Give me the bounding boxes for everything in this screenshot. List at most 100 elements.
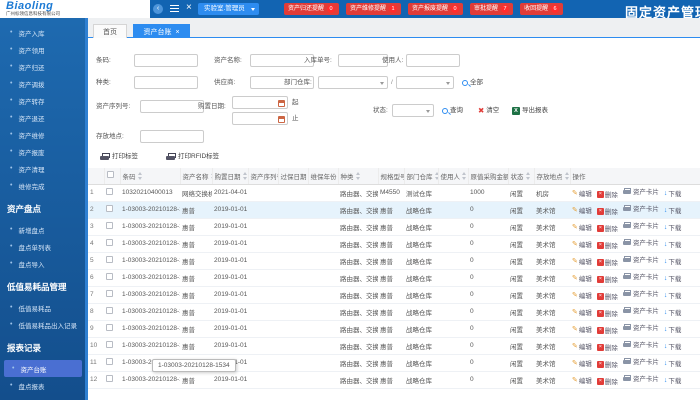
edit-button[interactable]: ✎ 编辑 (572, 375, 592, 385)
edit-button[interactable]: ✎ 编辑 (572, 307, 592, 317)
reminder-pill[interactable]: 收回提醒 6 (520, 3, 564, 15)
download-button[interactable]: ↓ 下载 (664, 239, 682, 250)
column-header-规格型号[interactable]: 规格型号 (378, 168, 405, 185)
row-checkbox[interactable] (106, 256, 113, 263)
delete-button[interactable]: × 删除 (596, 291, 618, 301)
delete-button[interactable]: × 删除 (596, 359, 618, 369)
download-button[interactable]: ↓ 下载 (664, 222, 682, 233)
row-checkbox[interactable] (106, 239, 113, 246)
user-input[interactable] (406, 54, 460, 67)
sidebar-item-资产转存[interactable]: • 资产转存 (0, 92, 83, 109)
reminder-pill[interactable]: 资产维修提醒 1 (346, 3, 402, 15)
delete-button[interactable]: × 删除 (596, 223, 618, 233)
menu-icon[interactable] (170, 5, 179, 13)
delete-button[interactable]: × 删除 (596, 342, 618, 352)
download-button[interactable]: ↓ 下载 (664, 324, 682, 335)
table-row[interactable]: 1 10320210400013网络交换机2021-04-01 路由器、交换机M45… (88, 184, 700, 202)
column-header-过保日期[interactable]: 过保日期 (278, 168, 309, 185)
sidebar-item-新增盘点[interactable]: • 新增盘点 (0, 221, 83, 238)
inbound-no-input[interactable] (338, 54, 388, 67)
column-header-使用人[interactable]: 使用人 (438, 168, 469, 185)
reminder-pill[interactable]: 资产归还提醒 0 (284, 3, 340, 15)
select-all-checkbox[interactable] (106, 171, 114, 179)
sidebar-item-资产归还[interactable]: • 资产归还 (0, 58, 83, 75)
download-button[interactable]: ↓ 下载 (664, 273, 682, 284)
edit-button[interactable]: ✎ 编辑 (572, 290, 592, 300)
edit-button[interactable]: ✎ 编辑 (572, 341, 592, 351)
edit-button[interactable]: ✎ 编辑 (572, 239, 592, 249)
reminder-pill[interactable]: 资产报废提醒 0 (408, 3, 464, 15)
download-button[interactable]: ↓ 下载 (664, 358, 682, 369)
row-checkbox[interactable] (106, 205, 113, 212)
table-row[interactable]: 51-03003-20210128-15惠普2019-01-01路由器、交换机惠… (88, 252, 700, 270)
column-header-状态[interactable]: 状态 (508, 168, 535, 185)
asset-card-button[interactable]: 资产卡片 (622, 220, 659, 230)
select-all-header[interactable] (104, 168, 121, 185)
column-header-原值采购金额[interactable]: 原值采购金额 (468, 168, 509, 185)
dept-select[interactable] (318, 76, 388, 89)
sort-icon[interactable] (355, 171, 361, 180)
download-button[interactable]: ↓ 下载 (664, 188, 682, 199)
row-checkbox[interactable] (106, 307, 113, 314)
column-header-存放地点[interactable]: 存放地点 (534, 168, 571, 185)
asset-card-button[interactable]: 资产卡片 (622, 186, 659, 196)
status-select[interactable] (392, 104, 434, 117)
edit-button[interactable]: ✎ 编辑 (572, 256, 592, 266)
warehouse-select[interactable] (396, 76, 454, 89)
column-header-资产名称[interactable]: 资产名称 (180, 168, 213, 185)
location-input[interactable] (140, 130, 204, 143)
delete-button[interactable]: × 删除 (596, 240, 618, 250)
sidebar-item-资产领用[interactable]: • 资产领用 (0, 41, 83, 58)
asset-card-button[interactable]: 资产卡片 (622, 305, 659, 315)
search-button[interactable]: 查询 (442, 104, 463, 117)
download-button[interactable]: ↓ 下载 (664, 256, 682, 267)
sidebar-item-低值易耗品出入记录[interactable]: • 低值易耗品出入记录 (0, 316, 83, 333)
sidebar-item-盘点单列表[interactable]: • 盘点单列表 (0, 238, 83, 255)
table-row[interactable]: 121-03003-20210128-15惠普2019-01-01路由器、交换机… (88, 371, 700, 389)
column-header-条码[interactable]: 条码 (120, 168, 181, 185)
table-row[interactable]: 71-03003-20210128-15惠普2019-01-01路由器、交换机惠… (88, 286, 700, 304)
row-checkbox[interactable] (106, 341, 113, 348)
user-role-button[interactable]: 实验室.管理员 (198, 3, 259, 15)
edit-button[interactable]: ✎ 编辑 (572, 324, 592, 334)
column-header-购置日期[interactable]: 购置日期 (212, 168, 249, 185)
download-button[interactable]: ↓ 下载 (664, 290, 682, 301)
delete-button[interactable]: × 删除 (596, 274, 618, 284)
sidebar-item-资产入库[interactable]: • 资产入库 (0, 24, 83, 41)
clear-button[interactable]: ✖ 清空 (478, 104, 499, 117)
sidebar-item-低值易耗品[interactable]: • 低值易耗品 (0, 299, 83, 316)
download-button[interactable]: ↓ 下载 (664, 375, 682, 386)
asset-card-button[interactable]: 资产卡片 (622, 356, 659, 366)
asset-card-button[interactable]: 资产卡片 (622, 373, 659, 383)
table-row[interactable]: 81-03003-20210128-15惠普2019-01-01路由器、交换机惠… (88, 303, 700, 321)
sidebar-item-资产维修[interactable]: • 资产维修 (0, 126, 83, 143)
asset-card-button[interactable]: 资产卡片 (622, 339, 659, 349)
sidebar-item-盘点报表[interactable]: • 盘点报表 (0, 377, 83, 394)
edit-button[interactable]: ✎ 编辑 (572, 188, 592, 198)
row-checkbox[interactable] (106, 273, 113, 280)
column-header-维保年份[interactable]: 维保年份 (308, 168, 339, 185)
sidebar-item-维修完成[interactable]: • 维修完成 (0, 177, 83, 194)
delete-button[interactable]: × 删除 (596, 376, 618, 386)
sidebar-item-资产调拨[interactable]: • 资产调拨 (0, 75, 83, 92)
table-row[interactable]: 101-03003-20210128-15惠普2019-01-01路由器、交换机… (88, 337, 700, 355)
table-row[interactable]: 31-03003-20210128-15惠普2019-01-01路由器、交换机惠… (88, 218, 700, 236)
column-header-种类[interactable]: 种类 (338, 168, 379, 185)
barcode-input[interactable] (134, 54, 198, 67)
print-rfid-button[interactable]: 打印RFID标签 (166, 150, 219, 163)
delete-button[interactable]: × 删除 (596, 308, 618, 318)
row-checkbox[interactable] (106, 222, 113, 229)
sidebar-item-资产报废[interactable]: • 资产报废 (0, 143, 83, 160)
edit-button[interactable]: ✎ 编辑 (572, 273, 592, 283)
sidebar-item-盘盈报表[interactable]: •盘盈报表 (0, 394, 83, 400)
sort-icon[interactable] (242, 171, 248, 180)
edit-button[interactable]: ✎ 编辑 (572, 205, 592, 215)
delete-button[interactable]: × 删除 (596, 189, 618, 199)
serial-no-input[interactable] (140, 100, 204, 113)
date-end-input[interactable] (232, 112, 288, 125)
sidebar-item-资产退还[interactable]: • 资产退还 (0, 109, 83, 126)
sort-icon[interactable] (525, 171, 531, 180)
all-button[interactable]: 全部 (462, 76, 483, 89)
asset-card-button[interactable]: 资产卡片 (622, 288, 659, 298)
calendar-icon[interactable] (278, 99, 285, 107)
